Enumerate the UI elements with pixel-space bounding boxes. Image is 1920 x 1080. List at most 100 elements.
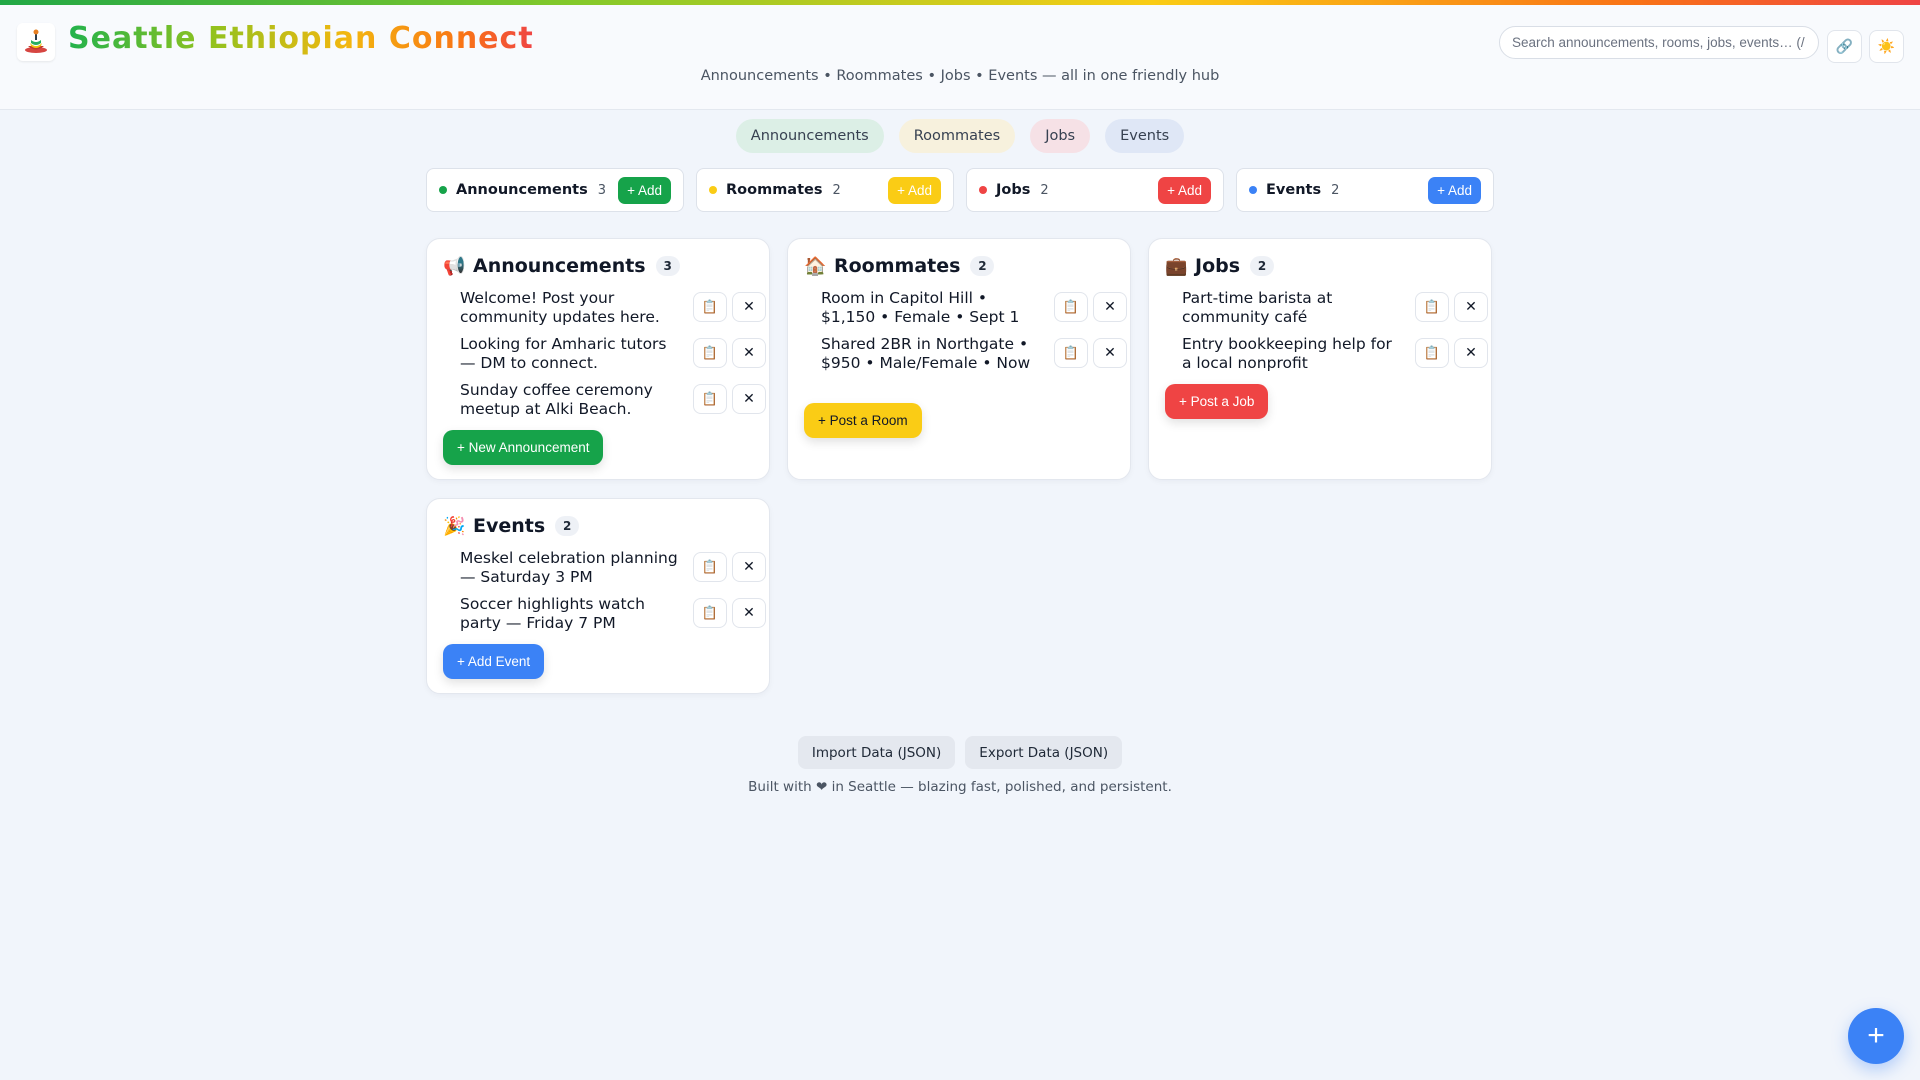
close-icon: ✕ bbox=[1104, 345, 1116, 361]
clipboard-icon: 📋 bbox=[1423, 345, 1441, 361]
summary-label: Events bbox=[1266, 182, 1322, 198]
copy-button[interactable]: 📋 bbox=[693, 292, 727, 322]
card-announcements: 📢 Announcements 3 Welcome! Post your com… bbox=[426, 238, 770, 480]
count-badge: 2 bbox=[1250, 256, 1275, 276]
link-icon: 🔗 bbox=[1835, 38, 1854, 55]
card-header: 💼 Jobs 2 bbox=[1165, 255, 1275, 277]
summary-count: 2 bbox=[832, 182, 841, 198]
close-icon: ✕ bbox=[1104, 299, 1116, 315]
add-roommate-button[interactable]: + Add bbox=[888, 176, 941, 204]
summary-announcements: Announcements 3 + Add bbox=[426, 168, 684, 212]
theme-toggle-button[interactable]: ☀️ bbox=[1869, 30, 1904, 63]
copy-button[interactable]: 📋 bbox=[693, 552, 727, 582]
filter-chip-announcements[interactable]: Announcements bbox=[735, 119, 884, 153]
item-text: Part-time barista at community café bbox=[1182, 289, 1333, 326]
app-tagline: Announcements • Roommates • Jobs • Event… bbox=[700, 68, 1220, 84]
delete-button[interactable]: ✕ bbox=[1093, 338, 1127, 368]
export-data-button[interactable]: Export Data (JSON) bbox=[965, 736, 1123, 769]
data-actions: Import Data (JSON) Export Data (JSON) bbox=[0, 736, 1920, 769]
status-dot bbox=[709, 186, 717, 194]
copy-button[interactable]: 📋 bbox=[1054, 292, 1088, 322]
delete-button[interactable]: ✕ bbox=[732, 338, 766, 368]
summary-events: Events 2 + Add bbox=[1236, 168, 1494, 212]
summary-count: 2 bbox=[1331, 182, 1340, 198]
close-icon: ✕ bbox=[743, 391, 755, 407]
card-events: 🎉 Events 2 Meskel celebration planning —… bbox=[426, 498, 770, 694]
clipboard-icon: 📋 bbox=[701, 605, 719, 621]
share-link-button[interactable]: 🔗 bbox=[1827, 30, 1862, 63]
copy-button[interactable]: 📋 bbox=[1415, 338, 1449, 368]
house-icon: 🏠 bbox=[804, 255, 827, 277]
delete-button[interactable]: ✕ bbox=[1454, 292, 1488, 322]
clipboard-icon: 📋 bbox=[701, 559, 719, 575]
summary-label: Roommates bbox=[726, 182, 823, 198]
quick-add-fab-button[interactable]: + bbox=[1848, 1008, 1904, 1064]
item-text: Room in Capitol Hill • $1,150 • Female •… bbox=[821, 289, 1020, 326]
summary-jobs: Jobs 2 + Add bbox=[966, 168, 1224, 212]
close-icon: ✕ bbox=[743, 299, 755, 315]
import-data-button[interactable]: Import Data (JSON) bbox=[797, 736, 956, 769]
delete-button[interactable]: ✕ bbox=[732, 598, 766, 628]
delete-button[interactable]: ✕ bbox=[1093, 292, 1127, 322]
filter-chip-events[interactable]: Events bbox=[1105, 119, 1185, 153]
item-text: Welcome! Post your community updates her… bbox=[460, 289, 660, 326]
item-text: Entry bookkeeping help for a local nonpr… bbox=[1182, 335, 1392, 372]
delete-button[interactable]: ✕ bbox=[732, 552, 766, 582]
copy-button[interactable]: 📋 bbox=[1054, 338, 1088, 368]
delete-button[interactable]: ✕ bbox=[732, 292, 766, 322]
item-text: Sunday coffee ceremony meetup at Alki Be… bbox=[460, 381, 653, 418]
copy-button[interactable]: 📋 bbox=[693, 338, 727, 368]
count-badge: 3 bbox=[655, 256, 680, 276]
app-header: Seattle Ethiopian Connect Announcements … bbox=[0, 5, 1920, 110]
card-title: Events bbox=[473, 515, 546, 537]
copy-button[interactable]: 📋 bbox=[693, 598, 727, 628]
add-job-button[interactable]: + Add bbox=[1158, 176, 1211, 204]
summary-count: 3 bbox=[597, 182, 607, 198]
summary-label: Announcements bbox=[456, 182, 588, 198]
clipboard-icon: 📋 bbox=[701, 299, 719, 315]
delete-button[interactable]: ✕ bbox=[1454, 338, 1488, 368]
add-event-cta-button[interactable]: + Add Event bbox=[443, 644, 545, 679]
close-icon: ✕ bbox=[1465, 299, 1477, 315]
add-announcement-button[interactable]: + Add bbox=[618, 176, 671, 204]
new-announcement-button[interactable]: + New Announcement bbox=[443, 430, 604, 465]
clipboard-icon: 📋 bbox=[701, 345, 719, 361]
card-roommates: 🏠 Roommates 2 Room in Capitol Hill • $1,… bbox=[787, 238, 1131, 480]
close-icon: ✕ bbox=[743, 559, 755, 575]
category-filter-bar: Announcements Roommates Jobs Events bbox=[0, 119, 1920, 153]
clipboard-icon: 📋 bbox=[701, 391, 719, 407]
clipboard-icon: 📋 bbox=[1423, 299, 1441, 315]
footer-note: Built with ❤ in Seattle — blazing fast, … bbox=[748, 779, 1172, 795]
post-job-button[interactable]: + Post a Job bbox=[1165, 384, 1269, 419]
status-dot bbox=[1249, 186, 1257, 194]
filter-chip-jobs[interactable]: Jobs bbox=[1030, 119, 1091, 153]
copy-button[interactable]: 📋 bbox=[1415, 292, 1449, 322]
post-room-button[interactable]: + Post a Room bbox=[804, 403, 922, 438]
close-icon: ✕ bbox=[743, 605, 755, 621]
add-event-button[interactable]: + Add bbox=[1428, 176, 1481, 204]
card-header: 📢 Announcements 3 bbox=[443, 255, 680, 277]
filter-chip-roommates[interactable]: Roommates bbox=[898, 119, 1016, 153]
close-icon: ✕ bbox=[1465, 345, 1477, 361]
item-text: Soccer highlights watch party — Friday 7… bbox=[460, 595, 645, 632]
count-badge: 2 bbox=[555, 516, 580, 536]
copy-button[interactable]: 📋 bbox=[693, 384, 727, 414]
count-badge: 2 bbox=[970, 256, 995, 276]
item-text: Shared 2BR in Northgate • $950 • Male/Fe… bbox=[821, 335, 1031, 372]
search-input[interactable] bbox=[1499, 26, 1819, 59]
status-dot bbox=[439, 186, 447, 194]
logo-icon bbox=[17, 23, 55, 61]
summary-count: 2 bbox=[1040, 182, 1049, 198]
card-header: 🎉 Events 2 bbox=[443, 515, 580, 537]
delete-button[interactable]: ✕ bbox=[732, 384, 766, 414]
clipboard-icon: 📋 bbox=[1062, 345, 1080, 361]
card-title: Jobs bbox=[1195, 255, 1241, 277]
party-popper-icon: 🎉 bbox=[443, 515, 466, 537]
sun-icon: ☀️ bbox=[1877, 38, 1896, 55]
card-title: Roommates bbox=[834, 255, 961, 277]
close-icon: ✕ bbox=[743, 345, 755, 361]
megaphone-icon: 📢 bbox=[443, 255, 466, 277]
item-text: Looking for Amharic tutors — DM to conne… bbox=[460, 335, 667, 372]
item-text: Meskel celebration planning — Saturday 3… bbox=[460, 549, 678, 586]
status-dot bbox=[979, 186, 987, 194]
